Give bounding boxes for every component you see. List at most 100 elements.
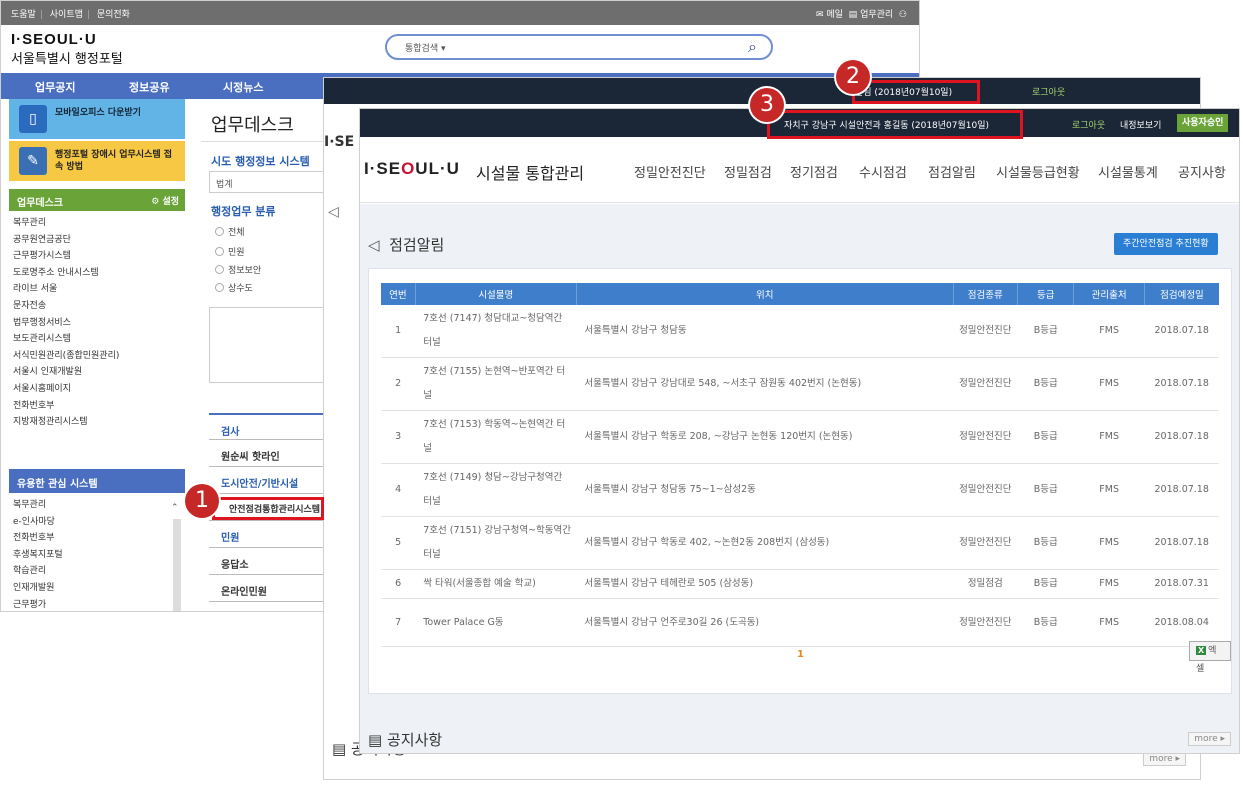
desk-settings-button[interactable]: ⚙ 설정 (151, 194, 179, 207)
category-radio-all[interactable]: 전체 (215, 225, 245, 238)
nav-item-precision-diagnosis[interactable]: 정밀안전진단 (634, 162, 706, 181)
guest-more-button[interactable]: more ▸ (1143, 752, 1186, 766)
highlight-box-3 (767, 110, 1023, 139)
divider (201, 141, 331, 142)
column-header[interactable]: 등급 (1017, 283, 1075, 305)
nav-item-info-share[interactable]: 정보공유 (129, 79, 169, 95)
my-info-link[interactable]: 내정보보기 (1120, 118, 1161, 131)
list-item[interactable]: 법무행정서비스 (13, 315, 119, 332)
list-item[interactable]: 인재개발원 (13, 580, 63, 597)
column-header[interactable]: 시설물명 (415, 283, 577, 305)
list-item[interactable]: 서울시 인재개발원 (13, 364, 119, 381)
table-row[interactable]: 2 7호선 (7155) 논현역~반포역간 터널 서울특별시 강남구 강남대로 … (381, 357, 1219, 411)
nav-item-regular-inspection[interactable]: 정기점검 (790, 162, 838, 181)
list-item[interactable]: 공무원연금공단 (13, 232, 119, 249)
app-name: 시설물 통합관리 (476, 164, 585, 183)
mobile-office-banner[interactable]: ▯ 모바일오피스 다운받기 (9, 99, 185, 139)
excel-icon: X (1196, 646, 1207, 655)
table-row[interactable]: 7 Tower Palace G동 서울특별시 강남구 언주로30길 26 (도… (381, 598, 1219, 647)
outage-guide-banner[interactable]: ✎ 행정포털 장애시 업무시스템 접속 방법 (9, 141, 185, 181)
list-item[interactable]: 라이브 서울 (13, 281, 119, 298)
list-item[interactable]: 복무관리 (13, 497, 63, 514)
list-item[interactable]: 전화번호부 (13, 530, 63, 547)
list-item[interactable]: 도로명주소 안내시스템 (13, 265, 119, 282)
nav-item-facility-grade[interactable]: 시설물등급현황 (996, 162, 1080, 181)
excel-export-button[interactable]: X 엑셀 (1189, 641, 1231, 674)
list-item[interactable]: 복무관리 (13, 215, 119, 232)
list-item[interactable]: 학습관리 (13, 563, 63, 580)
search-icon[interactable]: ⌕ (748, 37, 757, 57)
menu-item-online-civil[interactable]: 온라인민원 (209, 575, 331, 602)
list-item[interactable]: 후생복지포털 (13, 547, 63, 564)
notice-icon: ▤ (332, 740, 347, 758)
list-item[interactable]: 지방재정관리시스템 (13, 414, 119, 431)
menu-item-response[interactable]: 응답소 (209, 548, 331, 575)
list-item[interactable]: 근무평가시스템 (13, 248, 119, 265)
menu-item-hotline[interactable]: 원순씨 핫라인 (209, 440, 331, 467)
scroll-up-icon[interactable]: ⌃ (171, 503, 179, 513)
guest-page-icon: ◁ (328, 204, 339, 220)
list-item[interactable]: 서울시홈페이지 (13, 381, 119, 398)
list-item[interactable]: 전화번호부 (13, 398, 119, 415)
table-row[interactable]: 4 7호선 (7149) 청담~강남구청역간 터널 서울특별시 강남구 청담동 … (381, 463, 1219, 517)
desk-link-list: 복무관리 공무원연금공단 근무평가시스템 도로명주소 안내시스템 라이브 서울 … (13, 215, 119, 431)
portal-logo[interactable]: I·SEOUL·U (11, 31, 97, 48)
logout-link[interactable]: 로그아웃 (1072, 118, 1105, 131)
table-row[interactable]: 3 7호선 (7153) 학동역~논현역간 터널 서울특별시 강남구 학동로 2… (381, 410, 1219, 464)
nav-item-notice[interactable]: 업무공지 (35, 79, 75, 95)
column-header[interactable]: 점검종류 (953, 283, 1019, 305)
logout-link[interactable]: 로그아웃 (1032, 85, 1065, 98)
list-item[interactable]: 서식민원관리(종합민원관리) (13, 348, 119, 365)
list-item[interactable]: 보도관리시스템 (13, 331, 119, 348)
nav-item-notice[interactable]: 공지사항 (1178, 162, 1226, 181)
page-number[interactable]: 1 (797, 649, 804, 660)
scrollbar[interactable] (173, 519, 181, 611)
inspection-table-card: 연번 시설물명 위치 점검종류 등급 관리출처 점검예정일 1 7호선 (714… (368, 268, 1232, 694)
step-badge-2: 2 (836, 60, 870, 94)
notice-icon: ▤ (368, 731, 383, 749)
menu-item-urban-safety[interactable]: 도시안전/기반시설 (209, 467, 331, 494)
sitemap-link[interactable]: 사이트맵 (50, 10, 83, 20)
help-link[interactable]: 도움말 (11, 10, 36, 20)
contact-link[interactable]: 문의전화 (97, 10, 130, 20)
category-radio-civil[interactable]: 민원 (215, 245, 245, 258)
facility-logo[interactable]: I·SEOUL·U (364, 159, 460, 179)
nav-item-facility-stats[interactable]: 시설물통계 (1098, 162, 1158, 181)
system-list-box (209, 307, 331, 383)
table-row[interactable]: 1 7호선 (7147) 청담대교~청담역간 터널 서울특별시 강남구 청담동 … (381, 305, 1219, 358)
nav-item-inspection-alert[interactable]: 점검알림 (928, 162, 976, 181)
inspection-table: 연번 시설물명 위치 점검종류 등급 관리출처 점검예정일 1 7호선 (714… (381, 283, 1219, 647)
facility-body: ◁ 점검알림 주간안전점검 추진현황 연번 시설물명 위치 점검종류 등급 관리… (360, 204, 1239, 753)
category-radio-security[interactable]: 정보보안 (215, 263, 261, 276)
mail-link[interactable]: 메일 (826, 10, 843, 20)
list-item[interactable]: 근무평가 (13, 597, 63, 611)
list-item[interactable]: e-인사마당 (13, 514, 63, 531)
category-radio-water[interactable]: 상수도 (215, 281, 253, 294)
org-chart-icon[interactable]: ⚇ (899, 10, 907, 20)
menu-item-civil[interactable]: 민원 (209, 521, 331, 548)
nav-item-city-news[interactable]: 시정뉴스 (223, 79, 263, 95)
mail-icon: ✉ (815, 10, 824, 20)
nav-item-adhoc-inspection[interactable]: 수시점검 (859, 162, 907, 181)
highlight-box-1 (212, 497, 324, 520)
guest-logo-fragment: I·SE (324, 134, 355, 150)
column-header[interactable]: 연번 (381, 283, 416, 305)
column-header[interactable]: 점검예정일 (1144, 283, 1219, 305)
table-row[interactable]: 5 7호선 (7151) 강남구청역~학동역간 터널 서울특별시 강남구 학동로… (381, 516, 1219, 570)
search-scope-select[interactable]: 통합검색 ▾ (405, 41, 446, 54)
user-approval-button[interactable]: 사용자승인 (1177, 114, 1229, 132)
notice-more-button[interactable]: more ▸ (1188, 732, 1231, 746)
list-item[interactable]: 문자전송 (13, 298, 119, 315)
work-management-link[interactable]: 업무관리 (860, 10, 893, 20)
facility-window: 자치구 강남구 시설안전과 홍길동 (2018년07월10일) 로그아웃 내정보… (359, 108, 1240, 754)
column-header[interactable]: 관리출처 (1073, 283, 1145, 305)
menu-item-inspection[interactable]: 검사 (209, 413, 331, 440)
search-input[interactable]: 통합검색 ▾ ⌕ (385, 34, 773, 60)
useful-link-list: 복무관리 e-인사마당 전화번호부 후생복지포털 학습관리 인재개발원 근무평가 (13, 497, 63, 611)
column-header[interactable]: 위치 (576, 283, 954, 305)
document-icon: ▤ (848, 10, 858, 20)
table-row[interactable]: 6 싹 타워(서울종합 예술 학교) 서울특별시 강남구 테헤란로 505 (삼… (381, 569, 1219, 599)
nav-item-precision-inspection[interactable]: 정밀점검 (724, 162, 772, 181)
weekly-inspection-status-button[interactable]: 주간안전점검 추진현황 (1114, 233, 1218, 255)
sido-select[interactable]: 법계 (209, 171, 331, 193)
